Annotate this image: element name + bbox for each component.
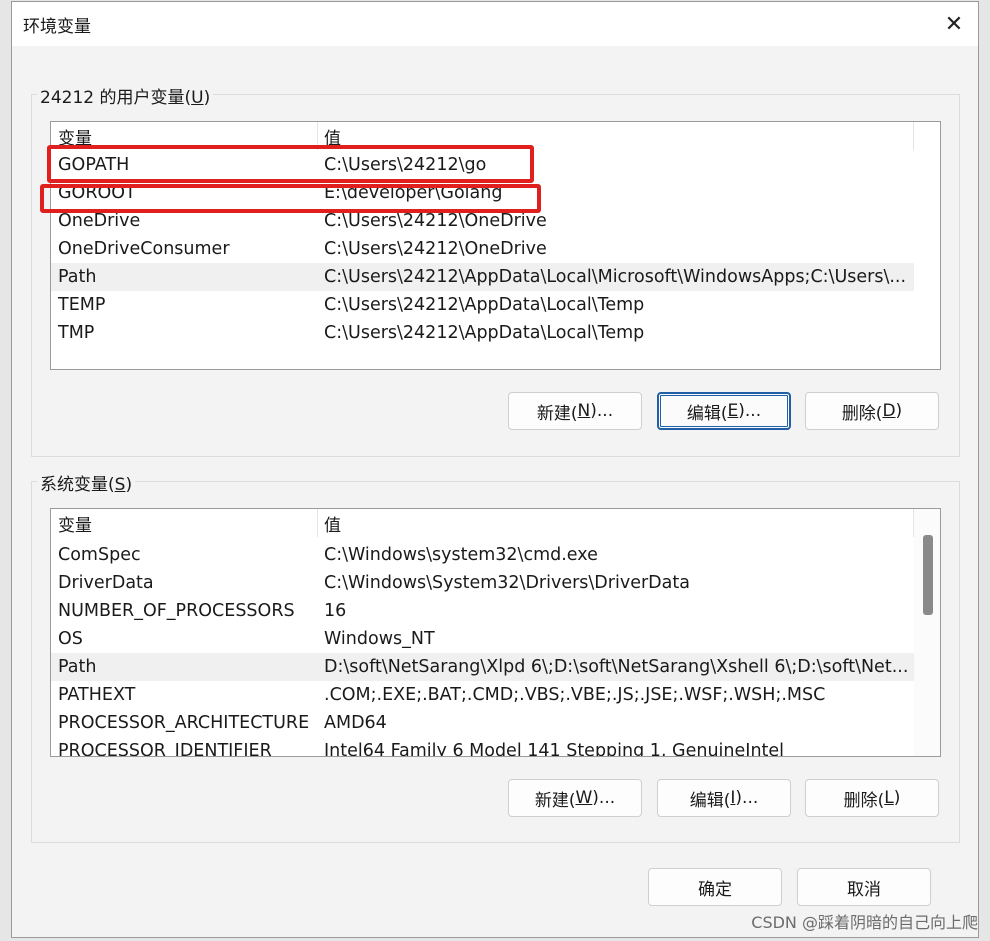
table-row-selected[interactable]: Path C:\Users\24212\AppData\Local\Microso… bbox=[51, 263, 914, 291]
system-vars-scrollbar[interactable] bbox=[914, 509, 940, 756]
system-new-button[interactable]: 新建(W)... bbox=[508, 779, 642, 817]
table-row[interactable]: DriverData C:\Windows\System32\Drivers\Dr… bbox=[51, 569, 914, 597]
column-divider bbox=[913, 122, 914, 150]
table-row[interactable]: PROCESSOR_ARCHITECTURE AMD64 bbox=[51, 709, 914, 737]
system-delete-button[interactable]: 删除(L) bbox=[805, 779, 939, 817]
user-delete-button[interactable]: 删除(D) bbox=[805, 392, 939, 430]
table-row[interactable]: ComSpec C:\Windows\system32\cmd.exe bbox=[51, 541, 914, 569]
table-row[interactable]: TEMP C:\Users\24212\AppData\Local\Temp bbox=[51, 291, 914, 319]
user-edit-button[interactable]: 编辑(E)... bbox=[657, 392, 791, 430]
user-new-button[interactable]: 新建(N)... bbox=[508, 392, 642, 430]
highlight-gopath bbox=[47, 145, 534, 183]
table-row[interactable]: TMP C:\Users\24212\AppData\Local\Temp bbox=[51, 319, 914, 347]
ok-button[interactable]: 确定 bbox=[648, 868, 782, 906]
table-row[interactable]: PROCESSOR_IDENTIFIER Intel64 Family 6 Mod… bbox=[51, 737, 914, 756]
user-vars-label: 24212 的用户变量(U) bbox=[37, 83, 214, 108]
table-row[interactable]: PATHEXT .COM;.EXE;.BAT;.CMD;.VBS;.VBE;.JS… bbox=[51, 681, 914, 709]
close-button[interactable]: ✕ bbox=[934, 2, 974, 46]
table-row-selected[interactable]: Path D:\soft\NetSarang\Xlpd 6\;D:\soft\Ne… bbox=[51, 653, 914, 681]
system-vars-header: 变量 值 bbox=[51, 509, 940, 537]
dialog-title: 环境变量 bbox=[23, 17, 91, 37]
title-bar: 环境变量 ✕ bbox=[12, 2, 978, 46]
system-vars-list[interactable]: 变量 值 ComSpec C:\Windows\system32\cmd.exe … bbox=[50, 508, 941, 757]
watermark: CSDN @踩着阴暗的自己向上爬 bbox=[751, 913, 978, 932]
table-row[interactable]: OS Windows_NT bbox=[51, 625, 914, 653]
col-header-value[interactable]: 值 bbox=[324, 511, 341, 536]
col-header-variable[interactable]: 变量 bbox=[58, 511, 92, 536]
table-row[interactable]: OneDriveConsumer C:\Users\24212\OneDrive bbox=[51, 235, 914, 263]
column-divider bbox=[317, 509, 318, 537]
cancel-button[interactable]: 取消 bbox=[797, 868, 931, 906]
scrollbar-thumb[interactable] bbox=[923, 535, 933, 615]
table-row[interactable]: NUMBER_OF_PROCESSORS 16 bbox=[51, 597, 914, 625]
highlight-goroot bbox=[40, 184, 541, 213]
env-vars-dialog: 环境变量 ✕ 24212 的用户变量(U) 变量 值 GOPATH C:\User… bbox=[11, 1, 979, 938]
system-edit-button[interactable]: 编辑(I)... bbox=[657, 779, 791, 817]
close-icon: ✕ bbox=[944, 11, 964, 37]
system-vars-label: 系统变量(S) bbox=[37, 470, 136, 495]
